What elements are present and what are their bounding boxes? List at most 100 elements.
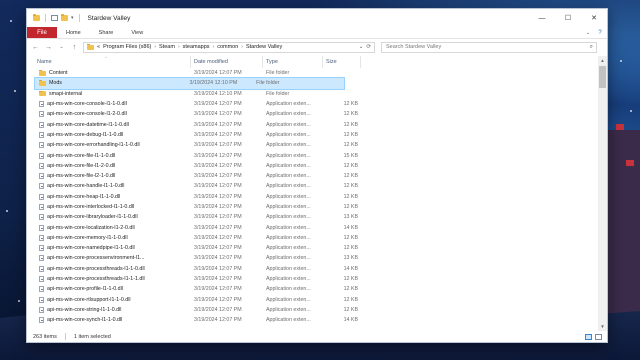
list-item[interactable]: api-ms-win-core-debug-l1-1-0.dll 3/19/202… (27, 130, 607, 140)
list-item[interactable]: api-ms-win-core-handle-l1-1-0.dll 3/19/20… (27, 181, 607, 191)
column-header-size[interactable]: Size (323, 56, 361, 68)
scroll-up-icon[interactable]: ▲ (598, 56, 607, 65)
maximize-button[interactable]: ☐ (555, 9, 581, 27)
file-name-cell: api-ms-win-core-namedpipe-l1-1-0.dll (27, 245, 191, 252)
forward-arrow-icon[interactable]: → (44, 44, 53, 51)
file-date: 3/19/2024 12:07 PM (194, 121, 242, 128)
file-size: 12 KB (343, 296, 358, 303)
column-header-name[interactable]: ^ Name (27, 56, 191, 68)
list-item[interactable]: api-ms-win-core-interlocked-l1-1-0.dll 3/… (27, 202, 607, 212)
file-date: 3/19/2024 12:07 PM (194, 204, 242, 210)
tab-home[interactable]: Home (57, 27, 90, 38)
list-item[interactable]: api-ms-win-core-errorhandling-l1-1-0.dll… (27, 140, 607, 150)
properties-icon[interactable] (51, 15, 58, 21)
file-name: api-ms-win-core-file-l1-2-0.dll (47, 162, 116, 169)
file-size: 12 KB (343, 234, 358, 241)
refresh-icon[interactable]: ⟳ (366, 44, 371, 50)
list-item[interactable]: api-ms-win-core-synch-l1-1-0.dll 3/19/202… (27, 315, 607, 325)
file-type: Application exten... (266, 214, 311, 221)
file-type: Application exten... (266, 121, 311, 128)
tab-view[interactable]: View (122, 27, 152, 38)
scrollbar-thumb[interactable] (599, 66, 606, 88)
recent-locations-icon[interactable]: ⌄ (57, 44, 66, 50)
scroll-down-icon[interactable]: ▼ (598, 322, 607, 331)
up-arrow-icon[interactable]: ↑ (70, 44, 79, 51)
list-item[interactable]: smapi-internal 3/19/2024 12:10 PM File fol… (27, 89, 607, 99)
list-item[interactable]: api-ms-win-core-file-l2-1-0.dll 3/19/2024… (27, 171, 607, 181)
list-item[interactable]: api-ms-win-core-datetime-l1-1-0.dll 3/19/… (27, 119, 607, 129)
list-item[interactable]: api-ms-win-core-namedpipe-l1-1-0.dll 3/19… (27, 243, 607, 253)
file-name: api-ms-win-core-heap-l1-1-0.dll (47, 193, 121, 200)
file-size: 12 KB (343, 183, 358, 190)
search-input[interactable]: Search Stardew Valley ⌕ (381, 41, 597, 53)
column-header-date[interactable]: Date modified (191, 56, 263, 68)
divider (78, 14, 80, 22)
file-name-cell: api-ms-win-core-profile-l1-1-0.dll (27, 286, 191, 293)
breadcrumb-stardew-valley[interactable]: Stardew Valley (246, 44, 282, 50)
breadcrumb-program-files[interactable]: Program Files (x86) (103, 44, 151, 50)
file-name-cell: Content (27, 70, 191, 76)
file-type: Application exten... (266, 234, 311, 241)
folder-icon (39, 90, 46, 97)
vertical-scrollbar[interactable]: ▲ ▼ (598, 56, 607, 331)
list-item[interactable]: api-ms-win-core-processthreads-l1-1-1.dl… (27, 274, 607, 284)
file-date: 3/19/2024 12:07 PM (194, 142, 242, 149)
back-arrow-icon[interactable]: ← (31, 44, 40, 51)
address-overflow[interactable]: « (97, 44, 100, 50)
breadcrumb-steamapps[interactable]: steamapps (183, 44, 210, 50)
customize-toolbar-icon[interactable]: ▾ (71, 15, 74, 21)
details-view-button[interactable] (585, 333, 592, 340)
folder-icon (39, 70, 46, 76)
list-item[interactable]: api-ms-win-core-processenvironment-l1...… (27, 253, 607, 263)
file-date: 3/19/2024 12:07 PM (194, 70, 242, 77)
list-item[interactable]: Content 3/19/2024 12:07 PM File folder (27, 68, 607, 78)
list-item[interactable]: api-ms-win-core-processthreads-l1-1-0.dl… (27, 264, 607, 274)
file-name-cell: api-ms-win-core-synch-l1-1-0.dll (27, 317, 191, 324)
list-item[interactable]: api-ms-win-core-file-l1-1-0.dll 3/19/2024… (27, 150, 607, 160)
list-item[interactable]: api-ms-win-core-profile-l1-1-0.dll 3/19/2… (27, 284, 607, 294)
column-header-type[interactable]: Type (263, 56, 323, 68)
file-name-cell: api-ms-win-core-file-l1-2-0.dll (27, 162, 191, 169)
file-name-cell: smapi-internal (27, 90, 191, 97)
large-icons-view-button[interactable] (595, 333, 602, 340)
address-bar[interactable]: « Program Files (x86) › Steam › steamapp… (83, 41, 375, 53)
list-item[interactable]: api-ms-win-core-libraryloader-l1-1-0.dll… (27, 212, 607, 222)
address-dropdown-icon[interactable]: ⌄ (359, 44, 364, 50)
file-name: api-ms-win-core-processenvironment-l1... (47, 255, 145, 262)
breadcrumb-separator: › (177, 44, 180, 50)
file-type: File folder (266, 70, 290, 77)
tab-share[interactable]: Share (90, 27, 123, 38)
help-button[interactable]: ? (593, 27, 607, 38)
breadcrumb-common[interactable]: common (217, 44, 238, 50)
list-item[interactable]: api-ms-win-core-console-l1-2-0.dll 3/19/2… (27, 109, 607, 119)
expand-ribbon-icon[interactable]: ⌄ (583, 27, 593, 38)
list-item[interactable]: api-ms-win-core-heap-l1-1-0.dll 3/19/2024… (27, 192, 607, 202)
file-date: 3/19/2024 12:07 PM (194, 162, 242, 169)
file-size: 12 KB (343, 101, 358, 108)
file-name: api-ms-win-core-processthreads-l1-1-0.dl… (47, 265, 145, 272)
list-item[interactable]: Mods 3/19/2024 12:10 PM File folder (34, 77, 345, 90)
dll-file-icon (39, 276, 44, 283)
star (14, 90, 16, 92)
file-date: 3/19/2024 12:07 PM (194, 296, 242, 303)
list-item[interactable]: api-ms-win-core-rtlsupport-l1-1-0.dll 3/1… (27, 295, 607, 305)
file-date: 3/19/2024 12:07 PM (194, 245, 242, 252)
tab-file[interactable]: File (27, 27, 57, 38)
close-button[interactable]: ✕ (581, 9, 607, 27)
file-date: 3/19/2024 12:10 PM (194, 90, 242, 97)
breadcrumb-steam[interactable]: Steam (159, 44, 175, 50)
column-size-label: Size (326, 59, 337, 65)
list-item[interactable]: api-ms-win-core-localization-l1-2-0.dll 3… (27, 222, 607, 232)
file-date: 3/19/2024 12:07 PM (194, 255, 242, 262)
file-type: File folder (266, 90, 290, 97)
file-name: api-ms-win-core-handle-l1-1-0.dll (47, 183, 125, 190)
list-item[interactable]: api-ms-win-core-string-l1-1-0.dll 3/19/20… (27, 305, 607, 315)
minimize-button[interactable]: — (529, 9, 555, 27)
new-folder-icon[interactable] (61, 14, 68, 21)
breadcrumb-separator: › (212, 44, 215, 50)
file-type: Application exten... (266, 173, 311, 180)
list-item[interactable]: api-ms-win-core-memory-l1-1-0.dll 3/19/20… (27, 233, 607, 243)
list-item[interactable]: api-ms-win-core-file-l1-2-0.dll 3/19/2024… (27, 161, 607, 171)
file-type: Application exten... (266, 131, 311, 138)
list-item[interactable]: api-ms-win-core-console-l1-1-0.dll 3/19/2… (27, 99, 607, 109)
